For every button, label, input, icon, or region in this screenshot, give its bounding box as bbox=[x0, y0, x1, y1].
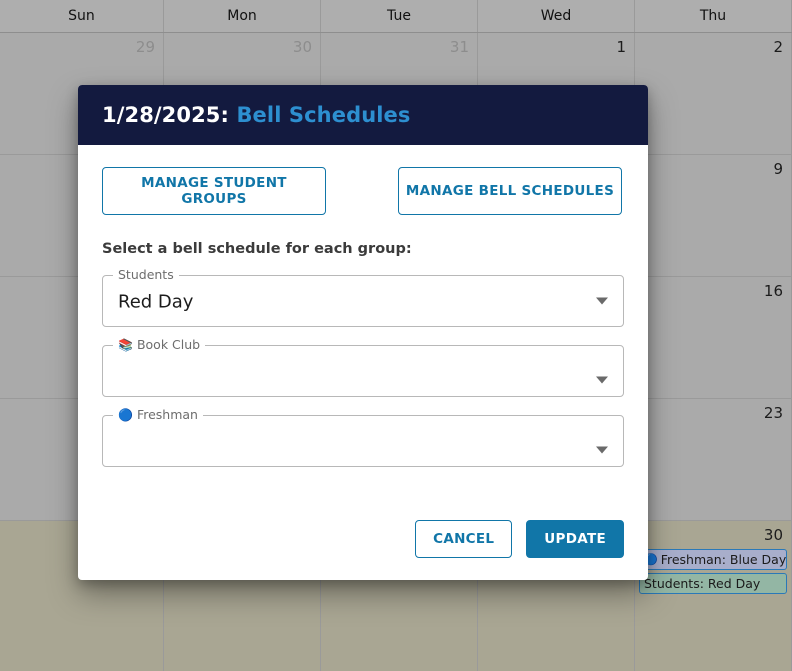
dialog-body: MANAGE STUDENT GROUPS MANAGE BELL SCHEDU… bbox=[78, 145, 648, 520]
select-box[interactable] bbox=[102, 415, 624, 467]
calendar-weekday-header: Wed bbox=[478, 0, 635, 32]
bell-schedule-select-3[interactable]: 🔵 Freshman bbox=[102, 407, 624, 467]
calendar-weekday-header: Mon bbox=[164, 0, 321, 32]
bell-schedule-select-2[interactable]: 📚 Book Club bbox=[102, 337, 624, 397]
calendar-weekday-header: Thu bbox=[635, 0, 792, 32]
calendar-day-cell[interactable]: 16 bbox=[635, 277, 792, 398]
calendar-weekday-header: Sun bbox=[0, 0, 164, 32]
manage-bell-schedules-button[interactable]: MANAGE BELL SCHEDULES bbox=[398, 167, 622, 215]
bell-schedules-dialog: 1/28/2025: Bell Schedules MANAGE STUDENT… bbox=[78, 85, 648, 580]
calendar-day-number: 9 bbox=[773, 160, 783, 178]
calendar-day-number: 31 bbox=[449, 38, 469, 56]
calendar-day-number: 29 bbox=[135, 38, 155, 56]
select-box[interactable] bbox=[102, 345, 624, 397]
calendar-day-cell[interactable]: 2 bbox=[635, 33, 792, 154]
calendar-weekday-header: Tue bbox=[321, 0, 478, 32]
calendar-day-number: 30 bbox=[763, 526, 783, 544]
manage-button-row: MANAGE STUDENT GROUPS MANAGE BELL SCHEDU… bbox=[102, 167, 624, 215]
dialog-footer: CANCEL UPDATE bbox=[78, 520, 648, 580]
manage-student-groups-button[interactable]: MANAGE STUDENT GROUPS bbox=[102, 167, 326, 215]
calendar-weekday-header-row: Sun Mon Tue Wed Thu bbox=[0, 0, 792, 33]
dialog-title: 1/28/2025: Bell Schedules bbox=[102, 103, 411, 127]
update-button[interactable]: UPDATE bbox=[526, 520, 624, 558]
cancel-button[interactable]: CANCEL bbox=[415, 520, 513, 558]
calendar-day-number: 2 bbox=[773, 38, 783, 56]
calendar-event-label: Freshman: Blue Day bbox=[660, 551, 787, 567]
calendar-day-number: 30 bbox=[292, 38, 312, 56]
calendar-day-cell[interactable]: 30 🔵 Freshman: Blue Day Students: Red Day bbox=[635, 521, 792, 671]
calendar-day-cell[interactable]: 23 bbox=[635, 399, 792, 520]
calendar-day-number: 1 bbox=[616, 38, 626, 56]
calendar-event-chip[interactable]: Students: Red Day bbox=[639, 573, 787, 594]
calendar-event-list: 🔵 Freshman: Blue Day Students: Red Day bbox=[639, 549, 787, 594]
calendar-event-label: Students: Red Day bbox=[644, 575, 761, 591]
chevron-down-icon[interactable] bbox=[596, 297, 608, 305]
dialog-header: 1/28/2025: Bell Schedules bbox=[78, 85, 648, 145]
schedule-field-list: Students Red Day 📚 Book Club 🔵 Freshman bbox=[102, 267, 624, 467]
calendar-event-chip[interactable]: 🔵 Freshman: Blue Day bbox=[639, 549, 787, 570]
calendar-day-cell[interactable]: 9 bbox=[635, 155, 792, 276]
instruction-text: Select a bell schedule for each group: bbox=[102, 241, 412, 257]
calendar-day-number: 16 bbox=[763, 282, 783, 300]
dialog-title-date: 1/28/2025: bbox=[102, 103, 230, 127]
chevron-down-icon[interactable] bbox=[596, 446, 608, 454]
calendar-day-number: 23 bbox=[763, 404, 783, 422]
bell-schedule-select-1[interactable]: Students Red Day bbox=[102, 267, 624, 327]
chevron-down-icon[interactable] bbox=[596, 376, 608, 384]
select-box[interactable] bbox=[102, 275, 624, 327]
dialog-title-name: Bell Schedules bbox=[236, 103, 411, 127]
